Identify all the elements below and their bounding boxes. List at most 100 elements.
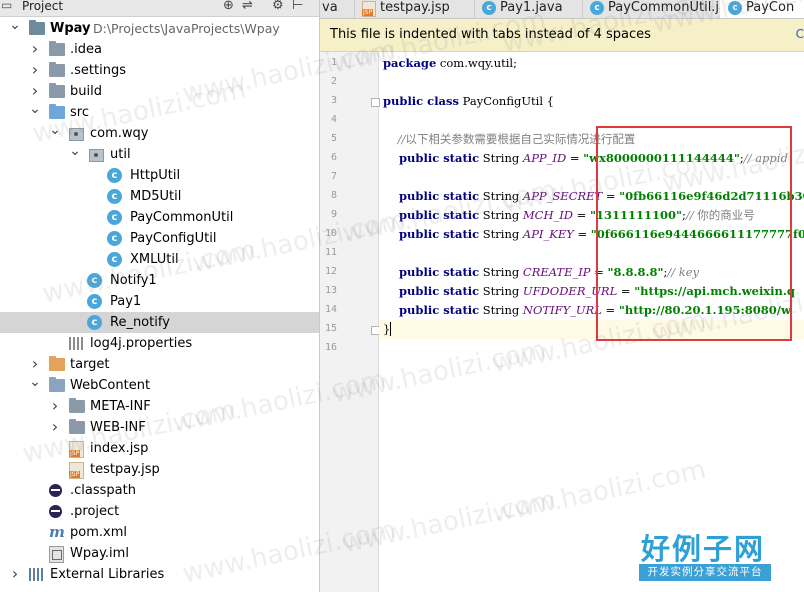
folder-icon	[49, 62, 65, 77]
panel-dropdown-icon[interactable]: ▭	[1, 0, 12, 12]
code-token: public static	[383, 151, 480, 165]
tree-item-pom-xml[interactable]: m pom.xml	[0, 522, 319, 543]
java-class-icon: c	[87, 273, 102, 288]
chevron-right-icon[interactable]: ›	[29, 39, 41, 58]
line-number: 13	[324, 285, 337, 296]
chevron-down-icon[interactable]: ⌄	[49, 123, 61, 138]
tree-item-label: build	[70, 84, 102, 99]
code-token: APP_SECRET	[522, 189, 603, 203]
tree-item-build[interactable]: › build	[0, 81, 319, 102]
tree-item-log4j-properties[interactable]: log4j.properties	[0, 333, 319, 354]
code-token: CREATE_IP	[522, 265, 591, 279]
tree-item-com-wqy[interactable]: ⌄ com.wqy	[0, 123, 319, 144]
annotation-highlight-box	[596, 126, 792, 341]
tree-item-label: HttpUtil	[130, 168, 181, 183]
editor-tab-label: va	[322, 0, 338, 15]
tree-item-settings[interactable]: › .settings	[0, 60, 319, 81]
tree-item-label: WEB-INF	[90, 420, 146, 435]
project-panel-header: ▭ Project ⊕ ⇌ ⚙ ⊢	[0, 0, 319, 17]
code-token: =	[566, 151, 584, 165]
tree-item-httputil[interactable]: c HttpUtil	[0, 165, 319, 186]
chevron-right-icon[interactable]: ›	[49, 417, 61, 436]
code-token: PayConfigUtil {	[458, 94, 555, 108]
gear-icon[interactable]: ⊕	[223, 0, 234, 13]
chevron-right-icon[interactable]: ›	[9, 564, 21, 583]
tree-item-webcontent[interactable]: ⌄ WebContent	[0, 375, 319, 396]
tree-item-testpay-jsp[interactable]: testpay.jsp	[0, 459, 319, 480]
settings-icon[interactable]: ⚙	[272, 0, 284, 13]
tree-item-label: Wpay.iml	[70, 546, 129, 561]
excluded-folder-icon	[49, 356, 65, 371]
jsp-file-icon	[362, 1, 376, 17]
tree-item-label: External Libraries	[50, 567, 165, 582]
tree-item-label: Notify1	[110, 273, 157, 288]
code-token: package	[383, 56, 437, 70]
editor-tab-pay1-java[interactable]: c Pay1.java	[474, 0, 583, 18]
code-token: public static	[383, 303, 480, 317]
chevron-right-icon[interactable]: ›	[29, 60, 41, 79]
editor-tab-paycommonutil-java[interactable]: c PayCommonUtil.java	[582, 0, 721, 18]
tree-item-wpay-iml[interactable]: Wpay.iml	[0, 543, 319, 564]
tree-item-target[interactable]: › target	[0, 354, 319, 375]
tree-item-md5util[interactable]: c MD5Util	[0, 186, 319, 207]
tree-item-wpay[interactable]: ⌄ Wpay D:\Projects\JavaProjects\Wpay	[0, 18, 319, 39]
tree-item-label: PayConfigUtil	[130, 231, 217, 246]
chevron-right-icon[interactable]: ›	[29, 81, 41, 100]
tree-item-payconfigutil[interactable]: c PayConfigUtil	[0, 228, 319, 249]
collapse-icon[interactable]: ⇌	[242, 0, 253, 13]
maven-file-icon: m	[49, 523, 65, 541]
tree-item-classpath[interactable]: .classpath	[0, 480, 319, 501]
java-class-icon: c	[87, 294, 102, 309]
chevron-down-icon[interactable]: ⌄	[69, 144, 81, 159]
chevron-down-icon[interactable]: ⌄	[29, 102, 41, 117]
chevron-down-icon[interactable]: ⌄	[29, 375, 41, 390]
tree-item-pay1[interactable]: c Pay1	[0, 291, 319, 312]
tree-item-project[interactable]: .project	[0, 501, 319, 522]
code-line[interactable]	[383, 73, 804, 92]
tree-item-xmlutil[interactable]: c XMLUtil	[0, 249, 319, 270]
tree-item-label: .project	[70, 504, 120, 519]
line-number: 4	[330, 114, 337, 125]
tree-item-label: .settings	[70, 63, 126, 78]
code-token: MCH_ID	[522, 208, 574, 222]
java-class-icon: c	[107, 168, 122, 183]
fold-marker-icon[interactable]	[371, 98, 380, 107]
project-folder-icon	[29, 20, 45, 35]
code-line[interactable]	[383, 339, 804, 358]
tree-item-notify1[interactable]: c Notify1	[0, 270, 319, 291]
tree-item-label: XMLUtil	[130, 252, 179, 267]
editor-tab-testpay-jsp[interactable]: testpay.jsp	[354, 0, 475, 18]
tree-item-label: Pay1	[110, 294, 142, 309]
tree-item-src[interactable]: ⌄ src	[0, 102, 319, 123]
line-number: 1	[330, 57, 337, 68]
tree-item-util[interactable]: ⌄ util	[0, 144, 319, 165]
editor-tab-paycon[interactable]: c PayCon	[720, 0, 804, 18]
code-token: =	[573, 208, 590, 222]
code-line[interactable]: package com.wqy.util;	[383, 54, 804, 73]
editor-tab-label: Pay1.java	[500, 0, 563, 15]
eclipse-file-icon	[49, 505, 62, 518]
folder-icon	[69, 419, 85, 434]
project-panel-title[interactable]: Project	[22, 0, 63, 13]
tree-item-web-inf[interactable]: › WEB-INF	[0, 417, 319, 438]
editor-tab-va[interactable]: va	[320, 0, 355, 18]
tree-item-idea[interactable]: › .idea	[0, 39, 319, 60]
tree-item-paycommonutil[interactable]: c PayCommonUtil	[0, 207, 319, 228]
line-number: 3	[330, 95, 337, 106]
tree-item-re-notify[interactable]: c Re_notify	[0, 312, 319, 333]
line-number: 5	[330, 133, 337, 144]
tree-item-external-libraries[interactable]: › External Libraries	[0, 564, 319, 585]
tree-item-label: index.jsp	[90, 441, 149, 456]
chevron-right-icon[interactable]: ›	[49, 396, 61, 415]
hide-icon[interactable]: ⊢	[292, 0, 303, 13]
code-token: APP_ID	[522, 151, 567, 165]
java-class-icon: c	[107, 231, 122, 246]
chevron-down-icon[interactable]: ⌄	[9, 18, 21, 33]
code-line[interactable]: public class PayConfigUtil {	[383, 92, 804, 111]
notification-action-link[interactable]: C	[796, 27, 804, 41]
jsp-file-icon	[69, 462, 84, 479]
java-class-icon: c	[107, 252, 122, 267]
tree-item-meta-inf[interactable]: › META-INF	[0, 396, 319, 417]
tree-item-index-jsp[interactable]: index.jsp	[0, 438, 319, 459]
chevron-right-icon[interactable]: ›	[29, 354, 41, 373]
